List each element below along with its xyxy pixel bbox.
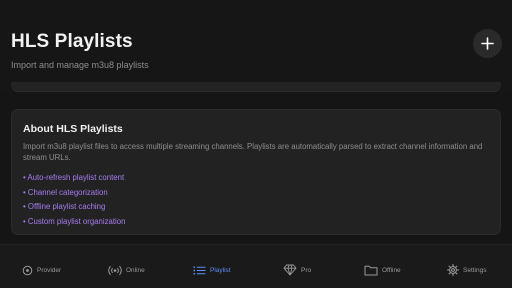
plus-icon	[481, 37, 494, 50]
diamond-icon	[283, 264, 297, 276]
nav-label: Playlist	[210, 266, 231, 274]
feature-item: • Offline playlist caching	[23, 202, 106, 211]
nav-label: Pro	[301, 266, 312, 274]
nav-item-online[interactable]: Online	[108, 263, 145, 277]
nav-item-pro[interactable]: Pro	[283, 263, 311, 277]
feature-item: • Custom playlist organization	[23, 216, 126, 226]
folder-icon	[364, 265, 378, 275]
feature-item: • Auto-refresh playlist content	[23, 173, 125, 182]
nav-item-playlist[interactable]: Playlist	[193, 263, 231, 277]
header: HLS Playlists Import and manage m3u8 pla…	[0, 0, 512, 92]
feature-item: • Channel categorization	[23, 187, 108, 197]
nav-item-settings[interactable]: Settings	[447, 263, 487, 277]
page-subtitle: Import and manage m3u8 playlists	[11, 60, 149, 70]
feature-list: • Auto-refresh playlist content • Channe…	[23, 171, 125, 229]
nav-label: Provider	[37, 266, 62, 274]
about-description: Import m3u8 playlist files to access mul…	[23, 142, 483, 162]
gear-icon	[447, 264, 459, 276]
nav-label: Online	[126, 266, 145, 274]
about-card: About HLS Playlists Import m3u8 playlist…	[11, 109, 501, 235]
list-icon	[193, 266, 206, 274]
nav-item-provider[interactable]: Provider	[22, 263, 61, 277]
page-title: HLS Playlists	[11, 31, 133, 52]
provider-icon	[22, 265, 33, 275]
nav-label: Settings	[463, 266, 487, 274]
add-playlist-button[interactable]	[473, 29, 502, 58]
broadcast-icon	[108, 265, 122, 275]
playlist-card-edge	[11, 82, 501, 92]
nav-item-offline[interactable]: Offline	[364, 263, 401, 277]
nav-label: Offline	[382, 266, 401, 274]
about-title: About HLS Playlists	[23, 123, 123, 135]
bottom-nav: Provider Online Playlist Pro Offline Set…	[0, 244, 512, 288]
